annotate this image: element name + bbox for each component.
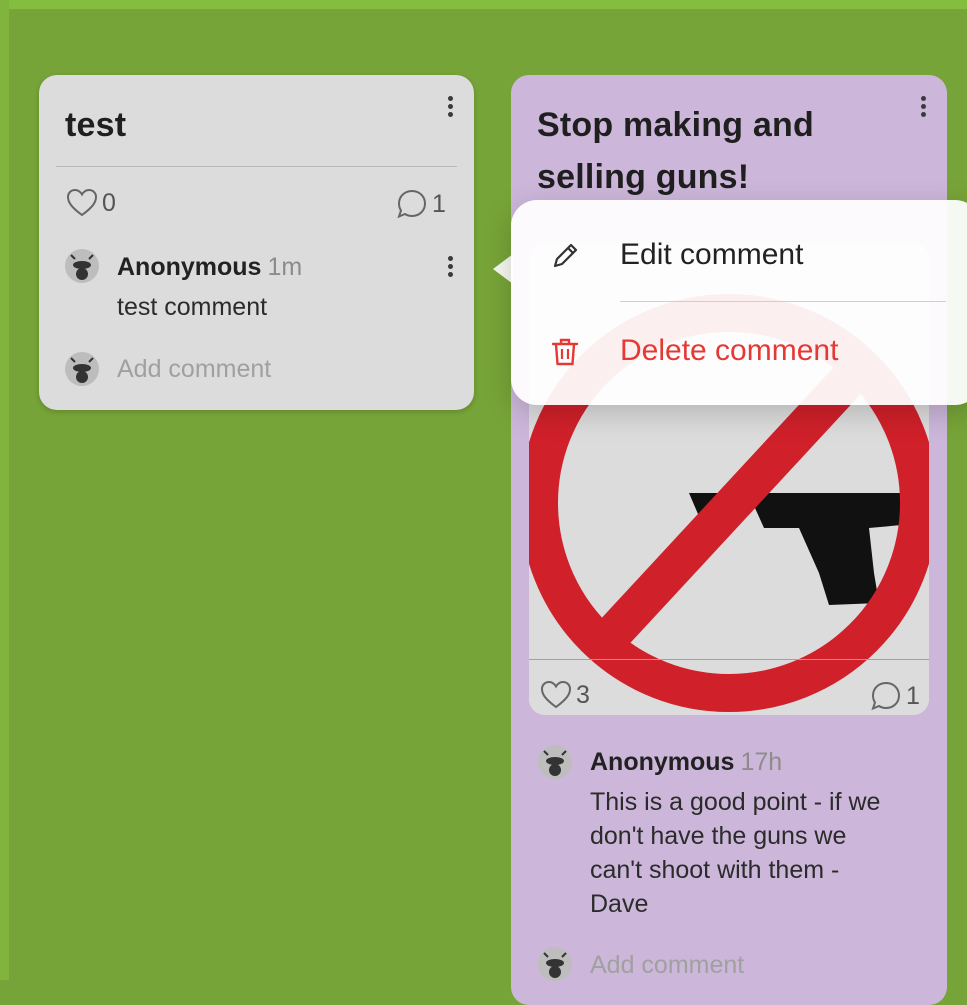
comment-icon [871, 681, 901, 711]
ant-avatar-icon [543, 750, 567, 776]
avatar [65, 352, 99, 386]
post-card-test[interactable]: test 0 1 Anonymous 1m test comment Add c… [39, 75, 474, 410]
post-menu-button[interactable] [914, 93, 932, 127]
comment-time: 1m [267, 253, 303, 281]
post-menu-button[interactable] [441, 93, 459, 127]
edit-comment-label: Edit comment [620, 238, 804, 271]
add-comment-input[interactable]: Add comment [590, 951, 744, 980]
context-menu-pointer [493, 254, 513, 284]
ant-avatar-icon [70, 357, 94, 383]
divider [529, 659, 929, 660]
comment-menu-button[interactable] [441, 253, 459, 287]
comment-count: 1 [906, 681, 920, 710]
like-count: 3 [576, 680, 590, 709]
delete-comment-label: Delete comment [620, 334, 839, 367]
left-border [0, 0, 9, 980]
comment-author: Anonymous 17h [590, 748, 783, 776]
avatar [538, 745, 572, 779]
heart-icon [540, 680, 572, 709]
comment-time: 17h [740, 748, 783, 776]
like-button[interactable]: 0 [66, 188, 116, 218]
comment-text: This is a good point - if we don't have … [590, 788, 881, 918]
comment-context-menu: Edit comment Delete comment [511, 200, 967, 405]
comment-author: Anonymous 1m [117, 253, 303, 281]
comment-icon [397, 189, 427, 219]
ant-avatar-icon [70, 254, 94, 280]
like-button[interactable]: 3 [540, 680, 590, 710]
edit-comment-menu-item[interactable]: Edit comment [511, 210, 967, 300]
pencil-icon [549, 240, 581, 277]
ant-avatar-icon [543, 952, 567, 978]
trash-icon [549, 336, 581, 373]
post-title: test [65, 106, 127, 144]
menu-divider [620, 301, 946, 302]
post-title: Stop making and selling guns! [537, 106, 814, 196]
add-comment-input[interactable]: Add comment [117, 355, 271, 384]
avatar [538, 947, 572, 981]
heart-icon [66, 188, 98, 217]
comments-button[interactable]: 1 [870, 680, 920, 712]
comment-text: test comment [117, 293, 268, 321]
divider [56, 166, 457, 167]
avatar [65, 249, 99, 283]
delete-comment-menu-item[interactable]: Delete comment [511, 306, 967, 396]
like-count: 0 [102, 188, 116, 217]
comments-button[interactable]: 1 [396, 188, 446, 220]
top-border [0, 0, 967, 9]
comment-count: 1 [432, 189, 446, 218]
